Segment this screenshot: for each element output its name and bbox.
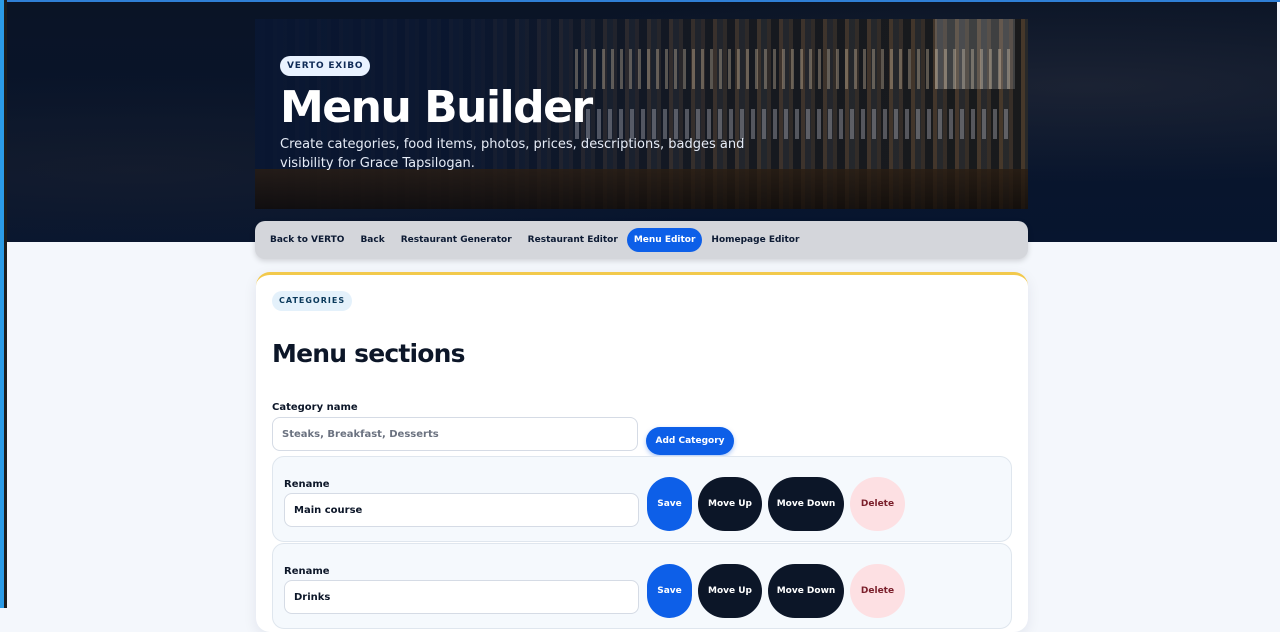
nav-back-to-verto[interactable]: Back to VERTO <box>263 228 351 252</box>
nav-restaurant-editor[interactable]: Restaurant Editor <box>521 228 625 252</box>
rename-label: Rename <box>284 566 330 577</box>
delete-button[interactable]: Delete <box>850 564 905 618</box>
page-title: Menu Builder <box>280 82 593 133</box>
category-name-input[interactable] <box>272 417 638 451</box>
move-down-button[interactable]: Move Down <box>768 477 844 531</box>
move-up-button[interactable]: Move Up <box>698 564 762 618</box>
rename-input[interactable] <box>284 493 639 527</box>
top-navigation: Back to VERTO Back Restaurant Generator … <box>255 221 1028 259</box>
categories-card: CATEGORIES Menu sections Category name A… <box>256 272 1028 632</box>
move-up-button[interactable]: Move Up <box>698 477 762 531</box>
section-title: Menu sections <box>272 339 466 368</box>
nav-back[interactable]: Back <box>353 228 391 252</box>
page-subtitle: Create categories, food items, photos, p… <box>280 137 745 171</box>
delete-button[interactable]: Delete <box>850 477 905 531</box>
save-button[interactable]: Save <box>647 564 692 618</box>
category-row: Rename Save Move Up Move Down Delete <box>272 543 1012 629</box>
move-down-button[interactable]: Move Down <box>768 564 844 618</box>
nav-menu-editor[interactable]: Menu Editor <box>626 228 703 252</box>
rename-label: Rename <box>284 479 330 490</box>
hero-banner <box>7 2 1277 242</box>
nav-homepage-editor[interactable]: Homepage Editor <box>704 228 806 252</box>
brand-badge: VERTO EXIBO <box>280 56 371 76</box>
rename-input[interactable] <box>284 580 639 614</box>
categories-badge: CATEGORIES <box>272 291 353 311</box>
category-name-label: Category name <box>272 402 358 413</box>
add-category-button[interactable]: Add Category <box>646 427 734 455</box>
window-left-edge <box>0 0 7 608</box>
category-row: Rename Save Move Up Move Down Delete <box>272 456 1012 542</box>
nav-restaurant-generator[interactable]: Restaurant Generator <box>394 228 519 252</box>
save-button[interactable]: Save <box>647 477 692 531</box>
